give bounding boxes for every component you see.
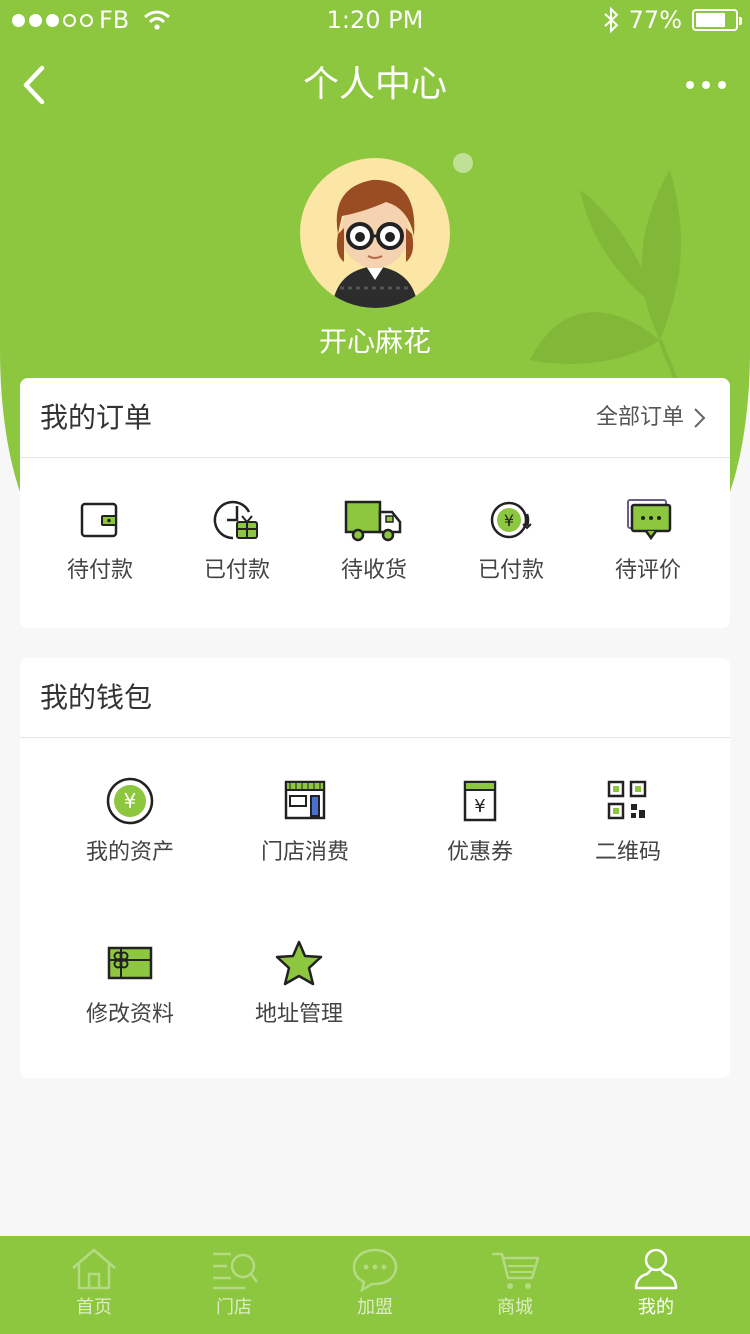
- star-icon: [275, 940, 323, 986]
- wallet-card-header: 我的钱包: [20, 658, 730, 738]
- tab-store[interactable]: 门店: [164, 1236, 304, 1334]
- status-right: 77%: [603, 6, 742, 34]
- user-icon: [634, 1248, 678, 1290]
- wallet-item-label: 地址管理: [254, 1002, 343, 1027]
- wallet-card: 我的钱包 ¥ 我的资产 门店消费 ¥ 优惠券 二维码 修改资料 地址管理: [20, 658, 730, 1078]
- bluetooth-icon: [603, 7, 619, 33]
- gift-card-icon: [107, 946, 153, 980]
- wallet-item-qr-code[interactable]: 二维码: [548, 776, 708, 868]
- tab-label: 商城: [497, 1297, 533, 1318]
- chevron-right-icon: [694, 408, 706, 428]
- order-item-paid[interactable]: 已付款: [157, 496, 317, 586]
- order-item-label: 待收货: [340, 558, 407, 583]
- wallet-item-edit-profile[interactable]: 修改资料: [50, 938, 210, 1030]
- wallet-item-label: 修改资料: [85, 1002, 174, 1027]
- order-item-label: 待付款: [66, 558, 133, 583]
- all-orders-label: 全部订单: [595, 405, 684, 430]
- wallet-item-assets[interactable]: ¥ 我的资产: [50, 776, 210, 868]
- avatar[interactable]: [300, 158, 450, 308]
- yen-coin-icon: ¥: [106, 777, 154, 825]
- orders-card-header: 我的订单 全部订单: [20, 378, 730, 458]
- chat-bubble-icon: [627, 499, 672, 541]
- svg-text:¥: ¥: [504, 511, 514, 530]
- tab-bar: 首页 门店 加盟 商城 我的: [0, 1236, 750, 1334]
- wallet-title: 我的钱包: [40, 681, 153, 714]
- tab-join[interactable]: 加盟: [305, 1236, 445, 1334]
- tab-mall[interactable]: 商城: [445, 1236, 585, 1334]
- tab-label: 我的: [638, 1297, 674, 1318]
- svg-text:¥: ¥: [124, 789, 137, 813]
- order-item-label: 已付款: [203, 558, 270, 583]
- tab-mine[interactable]: 我的: [586, 1236, 726, 1334]
- battery-icon: [692, 9, 742, 31]
- tab-label: 加盟: [357, 1297, 393, 1318]
- more-icon[interactable]: [684, 70, 728, 100]
- svg-text:¥: ¥: [474, 796, 485, 817]
- clock-gift-icon: [213, 500, 258, 540]
- order-item-refund[interactable]: ¥ 已付款: [431, 496, 591, 586]
- wallet-item-label: 二维码: [594, 840, 661, 865]
- bubble-decoration: [453, 153, 473, 173]
- wallet-item-address[interactable]: 地址管理: [219, 938, 379, 1030]
- order-item-label: 待评价: [614, 558, 681, 583]
- tab-label: 门店: [216, 1297, 252, 1318]
- battery-level: [696, 13, 726, 27]
- wallet-item-label: 我的资产: [85, 840, 174, 865]
- tab-label: 首页: [76, 1297, 112, 1318]
- wallet-item-store-spending[interactable]: 门店消费: [225, 776, 385, 868]
- orders-card: 我的订单 全部订单 待付款 已付款 待收货 ¥ 已付款 待评价: [20, 378, 730, 628]
- wallet-item-label: 门店消费: [260, 840, 349, 865]
- wallet-item-label: 优惠券: [446, 840, 513, 865]
- chat-icon: [352, 1248, 398, 1292]
- page-title: 个人中心: [302, 64, 447, 105]
- qr-code-icon: [607, 780, 647, 820]
- order-item-label: 已付款: [477, 558, 544, 583]
- username: 开心麻花: [318, 325, 431, 358]
- order-item-to-receive[interactable]: 待收货: [294, 496, 454, 586]
- order-item-pending-payment[interactable]: 待付款: [20, 496, 180, 586]
- storefront-icon: [284, 780, 326, 820]
- home-icon: [72, 1248, 116, 1290]
- avatar-cartoon-icon: [332, 179, 418, 308]
- battery-percent: 77%: [628, 6, 682, 34]
- tab-home[interactable]: 首页: [24, 1236, 164, 1334]
- wallet-item-coupons[interactable]: ¥ 优惠券: [400, 776, 560, 868]
- store-search-icon: [213, 1252, 258, 1290]
- status-bar: FB 1:20 PM 77%: [0, 0, 750, 40]
- all-orders-link[interactable]: 全部订单: [596, 400, 706, 436]
- order-item-to-review[interactable]: 待评价: [568, 496, 728, 586]
- orders-title: 我的订单: [40, 401, 153, 434]
- wallet-icon: [80, 502, 118, 538]
- cart-icon: [492, 1252, 540, 1289]
- coupon-icon: ¥: [463, 780, 497, 822]
- truck-icon: [344, 500, 402, 542]
- yen-refresh-icon: ¥: [490, 501, 532, 539]
